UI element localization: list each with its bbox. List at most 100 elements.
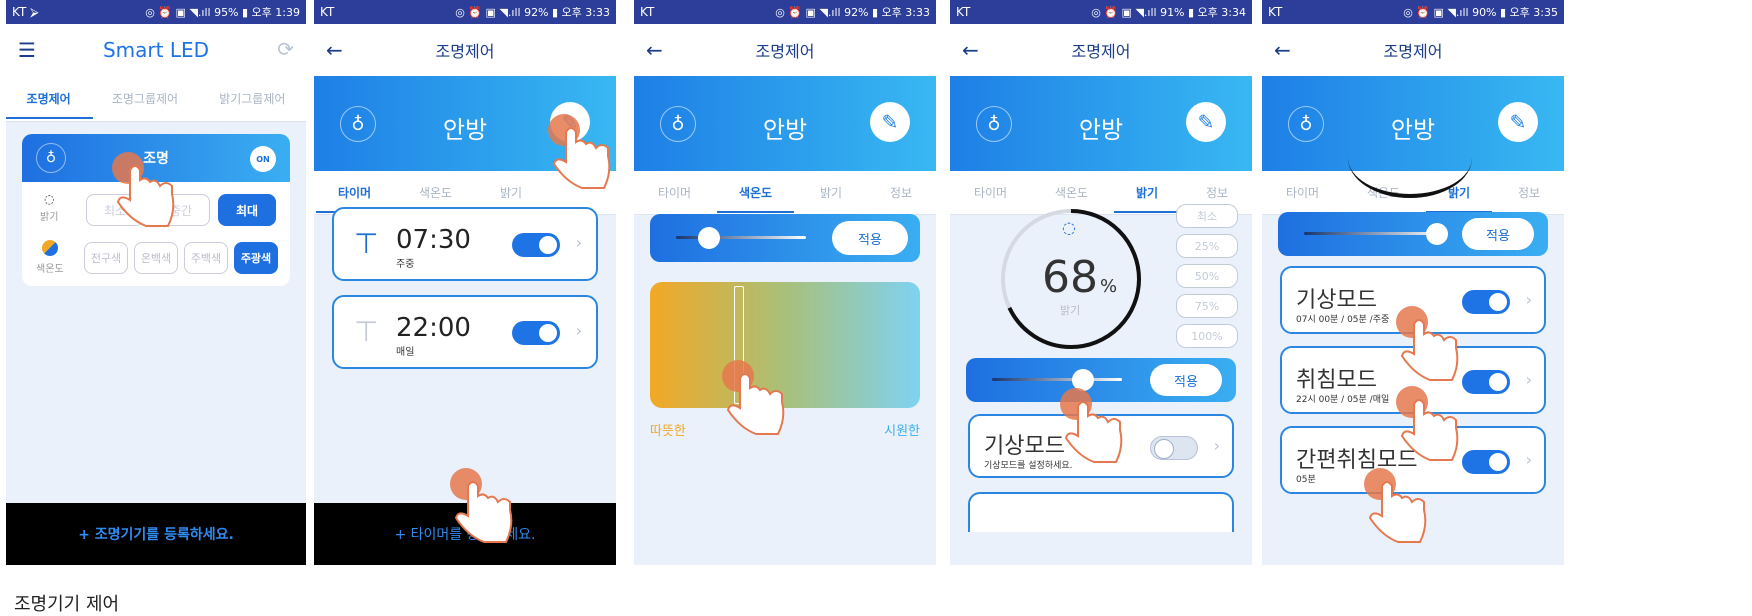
color-incandescent-button[interactable]: 전구색 — [84, 242, 128, 274]
tab-color-temp[interactable]: 색온도 — [716, 172, 795, 213]
mode-desc: 22시 00분 / 05분 /매일 — [1296, 395, 1390, 405]
brightness-slider-knob[interactable] — [1426, 223, 1448, 245]
on-badge[interactable]: ON — [250, 146, 276, 172]
brightness-dial-label: 밝기 — [1060, 304, 1081, 317]
edit-icon[interactable]: ✎ — [550, 102, 590, 142]
back-icon[interactable]: ← — [646, 38, 663, 62]
timer-toggle[interactable] — [512, 321, 560, 345]
color-warm-white-button[interactable]: 온백색 — [134, 242, 178, 274]
brightness-label: 밝기 — [40, 212, 59, 223]
preset-50-button[interactable]: 50% — [1176, 264, 1238, 288]
tab-light-control[interactable]: 조명제어 — [6, 78, 93, 119]
tab-timer[interactable]: 타이머 — [650, 172, 699, 213]
app-bar: ← 조명제어 — [634, 24, 936, 76]
screen-brightness: KT ◎ ⏰ ▣ ◥.ıll 91% ▮ 오후 3:34 ← 조명제어 ♁ 안방 ✎ 타… — [950, 0, 1252, 565]
mode-card[interactable]: 기상모드 기상모드를 설정하세요. › — [968, 414, 1234, 478]
carrier: KT — [1268, 5, 1283, 19]
page-title: 조명제어 — [1071, 42, 1131, 61]
mode-card[interactable]: 취침모드 22시 00분 / 05분 /매일 › — [1280, 346, 1546, 414]
dial-edge — [1348, 118, 1472, 198]
color-row: 색온도 전구색 온백색 주백색 주광색 — [22, 238, 290, 278]
tab-brightness[interactable]: 밝기 — [812, 172, 850, 213]
brightness-slider-bar: 적용 — [966, 358, 1236, 402]
light-card: ♁ 조명 ON ◌ 밝기 최소 중간 최대 색온도 전구색 온백색 주백색 주광… — [22, 134, 290, 286]
brightness-mid-button[interactable]: 중간 — [152, 194, 210, 226]
timer-card[interactable]: ⊤ 07:30 주중 › — [332, 207, 598, 281]
mode-toggle[interactable] — [1462, 450, 1510, 474]
status-bar: KT ⮚ ◎ ⏰ ▣ ◥.ıll 95% ▮ 오후 1:39 — [6, 0, 306, 24]
page-title: 조명제어 — [755, 42, 815, 61]
chevron-right-icon: › — [575, 233, 582, 252]
tab-info[interactable]: 정보 — [882, 172, 920, 213]
brightness-value: 68 — [1042, 252, 1098, 303]
page-title: 조명제어 — [435, 42, 495, 61]
color-temp-panel[interactable] — [650, 282, 920, 408]
edit-icon[interactable]: ✎ — [870, 102, 910, 142]
brightness-row: ◌ 밝기 최소 중간 최대 — [22, 190, 290, 230]
brightness-icon: ◌ — [44, 192, 55, 206]
carrier: KT — [640, 5, 655, 19]
edit-icon[interactable]: ✎ — [1186, 102, 1226, 142]
status-bar: KT ◎ ⏰ ▣ ◥.ıll 92% ▮ 오후 3:33 — [634, 0, 936, 24]
app-bar: ← 조명제어 — [1262, 24, 1564, 76]
app-bar: ← 조명제어 — [314, 24, 616, 76]
preset-25-button[interactable]: 25% — [1176, 234, 1238, 258]
apply-button[interactable]: 적용 — [832, 221, 908, 255]
brightness-slider-track[interactable] — [1304, 232, 1444, 235]
mode-desc: 05분 — [1296, 475, 1316, 485]
tab-timer[interactable]: 타이머 — [1278, 172, 1327, 213]
preset-min-button[interactable]: 최소 — [1176, 204, 1238, 228]
back-icon[interactable]: ← — [1274, 38, 1291, 62]
apply-button[interactable]: 적용 — [1150, 364, 1222, 396]
app-title: Smart LED — [102, 38, 210, 62]
timer-toggle[interactable] — [512, 233, 560, 257]
brightness-slider-track[interactable] — [992, 378, 1122, 381]
chevron-right-icon: › — [1525, 290, 1532, 309]
brightness-slider-bar: 적용 — [1278, 212, 1548, 256]
detail-tabs: 타이머 색온도 밝기 정보 — [634, 171, 936, 215]
mode-toggle[interactable] — [1462, 290, 1510, 314]
color-daylight-button[interactable]: 주광색 — [234, 242, 278, 274]
mode-card-partial[interactable] — [968, 492, 1234, 532]
color-slider-knob[interactable] — [697, 227, 720, 249]
tab-group-control[interactable]: 조명그룹제어 — [104, 78, 186, 119]
brightness-unit: % — [1100, 276, 1118, 297]
menu-icon[interactable]: ☰ — [18, 38, 36, 62]
mode-toggle[interactable] — [1150, 436, 1198, 460]
cool-label: 시원한 — [884, 424, 920, 439]
status-icons: ◎ ⏰ ▣ ◥.ıll 92% ▮ 오후 3:33 — [455, 6, 610, 19]
color-temp-label: 색온도 — [36, 264, 64, 275]
status-icons: ◎ ⏰ ▣ ◥.ıll 91% ▮ 오후 3:34 — [1091, 6, 1246, 19]
screen-timer: KT ◎ ⏰ ▣ ◥.ıll 92% ▮ 오후 3:33 ← 조명제어 ♁ 안방 ✎ 타… — [314, 0, 616, 565]
refresh-icon[interactable]: ⟳ — [277, 37, 294, 61]
register-light-button[interactable]: + 조명기기를 등록하세요. — [6, 503, 306, 565]
preset-75-button[interactable]: 75% — [1176, 294, 1238, 318]
brightness-slider-knob[interactable] — [1072, 369, 1094, 391]
brightness-min-button[interactable]: 최소 — [86, 194, 144, 226]
chevron-right-icon: › — [1213, 436, 1220, 455]
color-slider-track[interactable] — [676, 236, 806, 239]
color-temp-marker[interactable] — [734, 286, 744, 404]
mode-name: 기상모드 — [1296, 288, 1377, 313]
apply-button[interactable]: 적용 — [1462, 218, 1534, 250]
back-icon[interactable]: ← — [326, 38, 343, 62]
light-card-header[interactable]: ♁ 조명 ON — [22, 134, 290, 182]
brightness-max-button[interactable]: 최대 — [218, 194, 276, 226]
register-timer-button[interactable]: + 타이머를 등록하세요. — [314, 503, 616, 565]
color-neutral-white-button[interactable]: 주백색 — [184, 242, 228, 274]
mode-toggle[interactable] — [1462, 370, 1510, 394]
tab-info[interactable]: 정보 — [1510, 172, 1548, 213]
tab-brightness-group[interactable]: 밝기그룹제어 — [211, 78, 293, 119]
main-tabs: 조명제어 조명그룹제어 밝기그룹제어 — [6, 76, 306, 122]
timer-card[interactable]: ⊤ 22:00 매일 › — [332, 295, 598, 369]
chevron-right-icon: › — [575, 321, 582, 340]
mode-card[interactable]: 간편취침모드 05분 › — [1280, 426, 1546, 494]
mode-name: 간편취침모드 — [1296, 448, 1418, 473]
preset-100-button[interactable]: 100% — [1176, 324, 1238, 348]
mode-card[interactable]: 기상모드 07시 00분 / 05분 /주중 › — [1280, 266, 1546, 334]
carrier: KT ⮚ — [12, 4, 39, 19]
back-icon[interactable]: ← — [962, 38, 979, 62]
app-bar: ← 조명제어 — [950, 24, 1252, 76]
page-title: 조명제어 — [1383, 42, 1443, 61]
edit-icon[interactable]: ✎ — [1498, 102, 1538, 142]
